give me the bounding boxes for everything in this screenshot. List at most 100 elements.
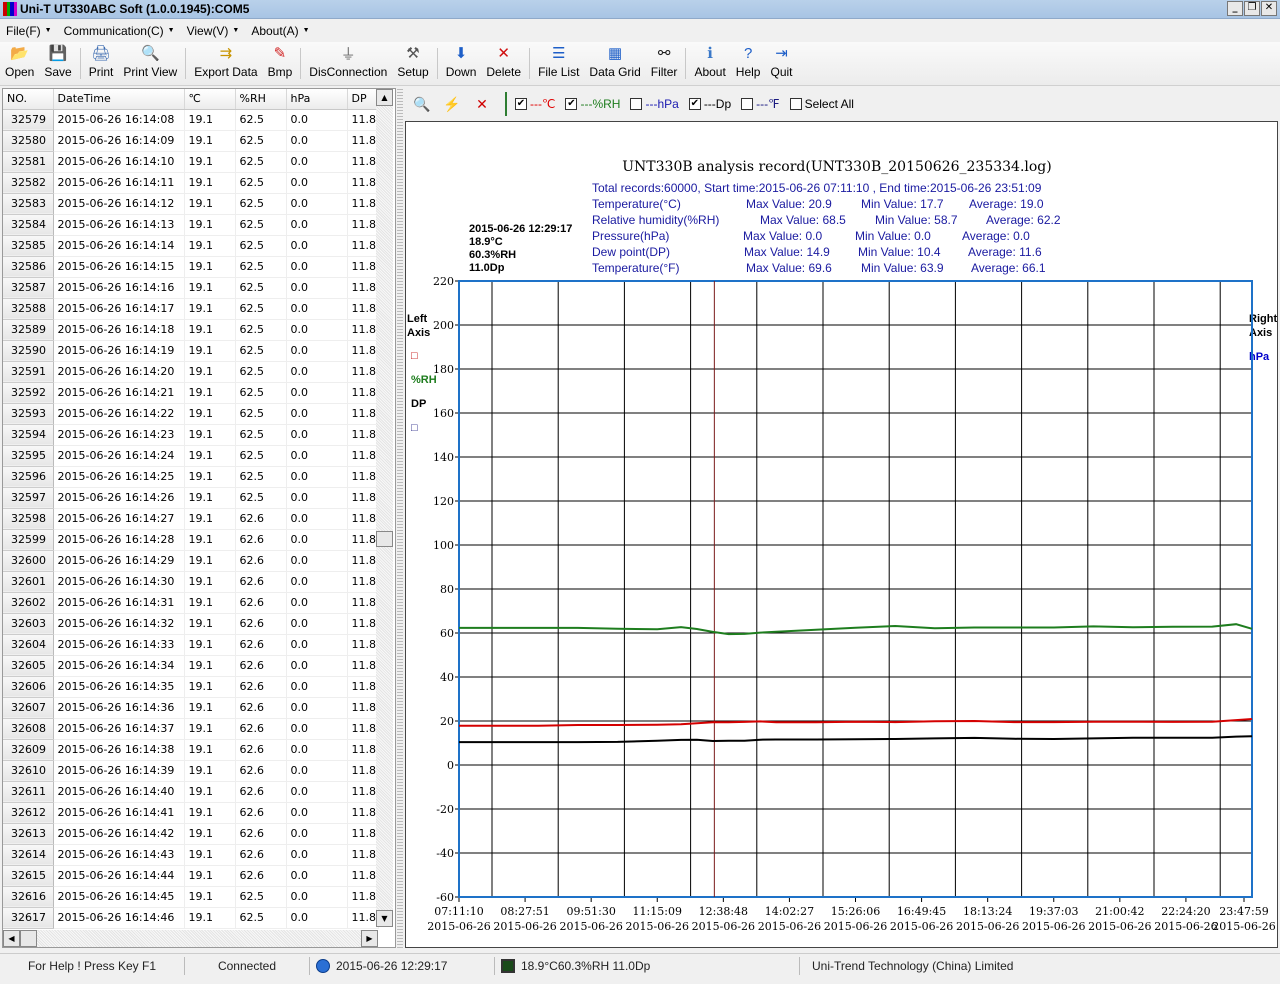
table-row[interactable]: 32581 2015-06-26 16:14:10 19.1 62.5 0.0 11.8 [3, 151, 379, 173]
table-row[interactable]: 32594 2015-06-26 16:14:23 19.1 62.5 0.0 11.8 [3, 424, 379, 446]
column-header[interactable]: ℃ [184, 89, 236, 110]
menu-communication[interactable]: Communication(C) ▼ [58, 24, 181, 38]
data-table: NO. DateTime ℃ %RH hPa DP 32579 2015-06-26 16:… [3, 89, 379, 929]
export-data-button[interactable]: ⇉ Export Data [189, 42, 262, 85]
quit-button[interactable]: ⇥ Quit [765, 42, 797, 85]
table-row[interactable]: 32585 2015-06-26 16:14:14 19.1 62.5 0.0 11.8 [3, 235, 379, 257]
scroll-right-button[interactable]: ▶ [361, 930, 378, 947]
vertical-scrollbar[interactable]: ▲ ▼ [376, 89, 393, 927]
zoom-data-icon[interactable]: 🔍 [409, 96, 435, 113]
restore-button[interactable]: ❐ [1244, 1, 1260, 16]
table-row[interactable]: 32590 2015-06-26 16:14:19 19.1 62.5 0.0 11.8 [3, 340, 379, 362]
table-row[interactable]: 32599 2015-06-26 16:14:28 19.1 62.6 0.0 11.8 [3, 529, 379, 551]
table-row[interactable]: 32610 2015-06-26 16:14:39 19.1 62.6 0.0 11.8 [3, 760, 379, 782]
table-row[interactable]: 32589 2015-06-26 16:14:18 19.1 62.5 0.0 11.8 [3, 319, 379, 341]
table-row[interactable]: 32612 2015-06-26 16:14:41 19.1 62.6 0.0 11.8 [3, 802, 379, 824]
series-toggle[interactable]: ✔ ---℃ [515, 97, 555, 111]
save-button[interactable]: 💾 Save [39, 42, 76, 85]
table-row[interactable]: 32584 2015-06-26 16:14:13 19.1 62.5 0.0 11.8 [3, 214, 379, 236]
table-row[interactable]: 32580 2015-06-26 16:14:09 19.1 62.5 0.0 11.8 [3, 130, 379, 152]
table-row[interactable]: 32613 2015-06-26 16:14:42 19.1 62.6 0.0 11.8 [3, 823, 379, 845]
file-list-button[interactable]: ☰ File List [533, 42, 584, 85]
scroll-thumb-horizontal[interactable] [20, 930, 37, 947]
menu-file[interactable]: File(F) ▼ [0, 24, 58, 38]
table-row[interactable]: 32582 2015-06-26 16:14:11 19.1 62.5 0.0 11.8 [3, 172, 379, 194]
column-header[interactable]: DateTime [53, 89, 185, 110]
x-tick-time: 22:24:20 [1161, 905, 1210, 918]
table-row[interactable]: 32600 2015-06-26 16:14:29 19.1 62.6 0.0 11.8 [3, 550, 379, 572]
series-toggle[interactable]: ✔ ---%RH [565, 97, 620, 111]
checkbox[interactable]: ✔ [515, 98, 527, 110]
checkbox[interactable] [630, 98, 643, 110]
minimize-button[interactable]: _ [1227, 1, 1243, 16]
x-tick-date: 2015-06-26 [758, 920, 821, 933]
table-row[interactable]: 32587 2015-06-26 16:14:16 19.1 62.5 0.0 11.8 [3, 277, 379, 299]
scroll-up-button[interactable]: ▲ [376, 89, 393, 106]
about-button[interactable]: ℹ About [689, 42, 730, 85]
table-row[interactable]: 32591 2015-06-26 16:14:20 19.1 62.5 0.0 11.8 [3, 361, 379, 383]
scroll-down-button[interactable]: ▼ [376, 910, 393, 927]
cell: 19.1 [184, 760, 236, 782]
panel-splitter[interactable] [397, 88, 403, 948]
checkbox[interactable] [741, 98, 754, 110]
table-row[interactable]: 32615 2015-06-26 16:14:44 19.1 62.6 0.0 11.8 [3, 865, 379, 887]
table-row[interactable]: 32602 2015-06-26 16:14:31 19.1 62.6 0.0 11.8 [3, 592, 379, 614]
table-row[interactable]: 32598 2015-06-26 16:14:27 19.1 62.6 0.0 11.8 [3, 508, 379, 530]
column-header[interactable]: %RH [235, 89, 287, 110]
table-row[interactable]: 32611 2015-06-26 16:14:40 19.1 62.6 0.0 11.8 [3, 781, 379, 803]
cell: 19.1 [184, 403, 236, 425]
table-row[interactable]: 32605 2015-06-26 16:14:34 19.1 62.6 0.0 11.8 [3, 655, 379, 677]
filter-button[interactable]: ⚯ Filter [646, 42, 683, 85]
table-row[interactable]: 32593 2015-06-26 16:14:22 19.1 62.5 0.0 11.8 [3, 403, 379, 425]
table-row[interactable]: 32588 2015-06-26 16:14:17 19.1 62.5 0.0 11.8 [3, 298, 379, 320]
series-toggle[interactable]: ---℉ [741, 97, 780, 111]
column-header[interactable]: hPa [286, 89, 348, 110]
table-row[interactable]: 32597 2015-06-26 16:14:26 19.1 62.5 0.0 11.8 [3, 487, 379, 509]
open-button[interactable]: 📂 Open [0, 42, 39, 85]
setup-button[interactable]: ⚒ Setup [392, 42, 433, 85]
menu-view[interactable]: View(V) ▼ [181, 24, 246, 38]
scroll-thumb[interactable] [376, 530, 393, 547]
table-row[interactable]: 32604 2015-06-26 16:14:33 19.1 62.6 0.0 11.8 [3, 634, 379, 656]
help-button[interactable]: ? Help [731, 42, 766, 85]
table-row[interactable]: 32603 2015-06-26 16:14:32 19.1 62.6 0.0 11.8 [3, 613, 379, 635]
down-button[interactable]: ⬇ Down [441, 42, 482, 85]
horizontal-scrollbar[interactable]: ◀ ▶ [3, 930, 378, 947]
menu-about[interactable]: About(A) ▼ [245, 24, 315, 38]
table-row[interactable]: 32601 2015-06-26 16:14:30 19.1 62.6 0.0 11.8 [3, 571, 379, 593]
checkbox[interactable] [789, 98, 802, 110]
table-row[interactable]: 32617 2015-06-26 16:14:46 19.1 62.5 0.0 11.8 [3, 907, 379, 929]
checkbox[interactable]: ✔ [688, 98, 701, 110]
table-row[interactable]: 32609 2015-06-26 16:14:38 19.1 62.6 0.0 11.8 [3, 739, 379, 761]
table-row[interactable]: 32592 2015-06-26 16:14:21 19.1 62.5 0.0 11.8 [3, 382, 379, 404]
clear-x-icon[interactable]: ✕ [469, 96, 495, 113]
column-header[interactable]: NO. [3, 89, 54, 110]
series-toggle[interactable]: ---hPa [630, 97, 679, 111]
disconnection-button[interactable]: ⏚ DisConnection [304, 42, 392, 85]
table-row[interactable]: 32595 2015-06-26 16:14:24 19.1 62.5 0.0 11.8 [3, 445, 379, 467]
print-button[interactable]: 🖨 Print [84, 42, 119, 85]
series-toggle[interactable]: ✔ ---Dp [688, 97, 731, 111]
table-row[interactable]: 32616 2015-06-26 16:14:45 19.1 62.5 0.0 11.8 [3, 886, 379, 908]
delete-button[interactable]: ✕ Delete [481, 42, 526, 85]
table-row[interactable]: 32608 2015-06-26 16:14:37 19.1 62.6 0.0 11.8 [3, 718, 379, 740]
scroll-left-button[interactable]: ◀ [3, 930, 20, 947]
file-tree-icon: ☰ [552, 45, 566, 62]
column-header[interactable]: DP [347, 89, 379, 110]
table-row[interactable]: 32596 2015-06-26 16:14:25 19.1 62.5 0.0 11.8 [3, 466, 379, 488]
table-row[interactable]: 32607 2015-06-26 16:14:36 19.1 62.6 0.0 11.8 [3, 697, 379, 719]
table-row[interactable]: 32586 2015-06-26 16:14:15 19.1 62.5 0.0 11.8 [3, 256, 379, 278]
select-all-toggle[interactable]: Select All [789, 97, 854, 111]
table-row[interactable]: 32579 2015-06-26 16:14:08 19.1 62.5 0.0 11.8 [3, 109, 379, 131]
cell: 2015-06-26 16:14:11 [53, 172, 185, 194]
table-row[interactable]: 32614 2015-06-26 16:14:43 19.1 62.6 0.0 11.8 [3, 844, 379, 866]
y-tick-label: 0 [447, 759, 454, 772]
close-button[interactable]: ✕ [1261, 1, 1277, 16]
print-view-button[interactable]: 🔍 Print View [118, 42, 182, 85]
data-grid-button[interactable]: ▦ Data Grid [584, 42, 645, 85]
lightning-icon[interactable]: ⚡ [439, 96, 465, 113]
bmp-button[interactable]: ✎ Bmp [263, 42, 298, 85]
table-row[interactable]: 32606 2015-06-26 16:14:35 19.1 62.6 0.0 11.8 [3, 676, 379, 698]
table-row[interactable]: 32583 2015-06-26 16:14:12 19.1 62.5 0.0 11.8 [3, 193, 379, 215]
checkbox[interactable]: ✔ [565, 98, 578, 110]
